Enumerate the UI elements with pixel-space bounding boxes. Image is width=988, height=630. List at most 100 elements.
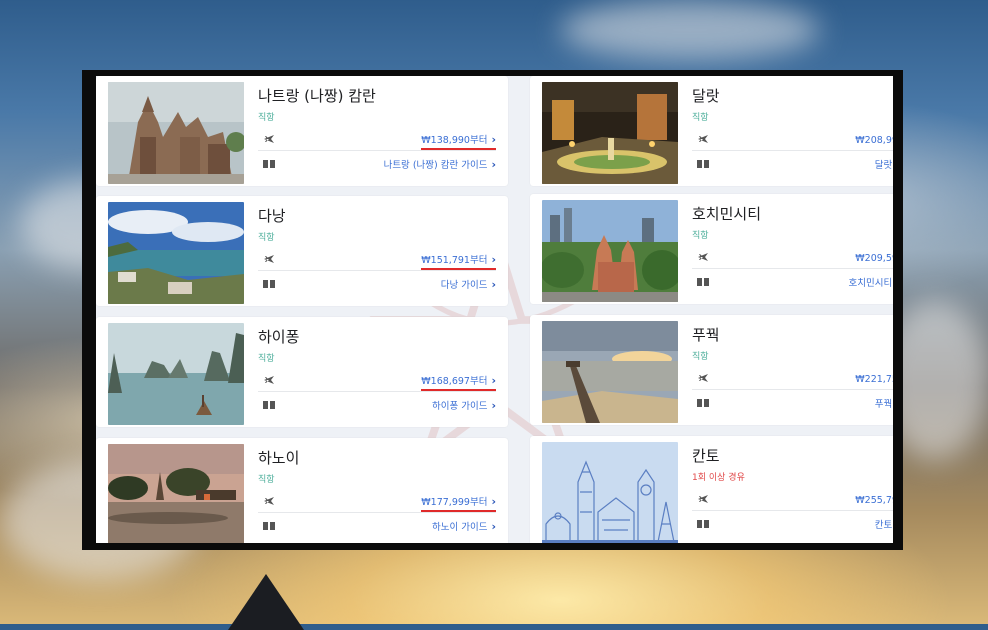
destination-photo-da-lat [542,82,678,184]
chevron-right-icon: › [491,133,496,146]
flight-price-row[interactable]: ₩138,990부터 › [258,128,496,151]
destination-photo-nha-trang [108,82,244,184]
guide-label: 달랏 가이드 [874,160,893,171]
book-icon [697,278,709,286]
guide-row[interactable]: 다낭 가이드 › [258,273,496,295]
flight-price: ₩221,755부터 [855,374,893,385]
guide-label: 다낭 가이드 [440,280,488,291]
destination-name[interactable]: 하이퐁 [258,326,299,347]
route-type: 직항 [692,113,709,123]
destination-name[interactable]: 칸토 [692,445,720,466]
destination-card[interactable]: 하노이 직항 ₩177,999부터 › 하노이 가이드 › [96,438,508,543]
destination-card[interactable]: 다낭 직항 ₩151,791부터 › 다낭 가이드 › [96,196,508,306]
guide-link[interactable]: 하이퐁 가이드 › [432,398,496,412]
airplane-icon [698,495,708,503]
destination-name[interactable]: 달랏 [692,85,720,106]
guide-link[interactable]: 호치민시티 가이드› [849,275,894,289]
destination-name[interactable]: 푸꿕 [692,324,720,345]
destination-card[interactable]: 나트랑 (나짱) 캄란 직항 ₩138,990부터 › 나트랑 (나짱) 캄란 가… [96,76,508,186]
route-type: 직항 [258,354,275,364]
route-type: 직항 [692,352,709,362]
guide-row[interactable]: 하이퐁 가이드 › [258,394,496,416]
guide-row[interactable]: 호치민시티 가이드› [692,271,893,293]
destination-card[interactable]: 칸토 1회 이상 경유 ₩255,798부터› 칸토 가이드› [530,436,893,543]
destination-name[interactable]: 다낭 [258,205,286,226]
flight-price: ₩177,999부터 [421,497,488,508]
destination-name[interactable]: 호치민시티 [692,203,761,224]
flight-price-link[interactable]: ₩221,755부터› [855,371,893,385]
chevron-right-icon: › [491,278,496,291]
chevron-right-icon: › [491,158,496,171]
destination-card[interactable]: 하이퐁 직항 ₩168,697부터 › 하이퐁 가이드 › [96,317,508,427]
destination-photo-hanoi [108,444,244,543]
book-icon [263,401,275,409]
screenshot-frame: 나트랑 (나짱) 캄란 직항 ₩138,990부터 › 나트랑 (나짱) 캄란 가… [82,70,903,550]
guide-row[interactable]: 푸꿕 가이드› [692,392,893,414]
guide-link[interactable]: 하노이 가이드 › [432,519,496,533]
chevron-right-icon: › [491,399,496,412]
chevron-right-icon: › [491,374,496,387]
chevron-right-icon: › [491,495,496,508]
route-type: 직항 [258,475,275,485]
airplane-icon [264,497,274,505]
airplane-icon [698,135,708,143]
flight-price-link[interactable]: ₩209,597부터› [855,250,893,264]
flight-price-link[interactable]: ₩208,993부터› [855,132,893,146]
flight-price: ₩208,993부터 [855,135,893,146]
destination-photo-ho-chi-minh [542,200,678,302]
guide-row[interactable]: 나트랑 (나짱) 캄란 가이드 › [258,153,496,175]
destination-list: 나트랑 (나짱) 캄란 직항 ₩138,990부터 › 나트랑 (나짱) 캄란 가… [96,76,893,543]
chevron-right-icon: › [491,520,496,533]
flight-price-row[interactable]: ₩255,798부터› [692,488,893,511]
book-icon [697,399,709,407]
book-icon [697,160,709,168]
flight-price: ₩255,798부터 [855,495,893,506]
guide-row[interactable]: 하노이 가이드 › [258,515,496,537]
flight-price-row[interactable]: ₩209,597부터› [692,246,893,269]
guide-label: 나트랑 (나짱) 캄란 가이드 [383,160,488,171]
flight-price-link[interactable]: ₩138,990부터 › [421,132,496,150]
flight-price-row[interactable]: ₩151,791부터 › [258,248,496,271]
book-icon [263,160,275,168]
flight-price: ₩138,990부터 [421,135,488,146]
background-cloud [560,0,820,60]
guide-link[interactable]: 달랏 가이드› [875,157,893,171]
guide-label: 하노이 가이드 [431,522,488,533]
route-type: 직항 [258,113,275,123]
airplane-icon [698,374,708,382]
airplane-icon [264,376,274,384]
guide-link[interactable]: 칸토 가이드› [875,517,893,531]
guide-label: 푸꿕 가이드 [874,399,893,410]
flight-price: ₩209,597부터 [855,253,893,264]
book-icon [263,522,275,530]
guide-row[interactable]: 달랏 가이드› [692,153,893,175]
destination-card[interactable]: 호치민시티 직항 ₩209,597부터› 호치민시티 가이드› [530,194,893,304]
chevron-right-icon: › [491,253,496,266]
route-type: 1회 이상 경유 [692,473,745,483]
flight-price-link[interactable]: ₩255,798부터› [855,492,893,506]
flight-price-row[interactable]: ₩177,999부터 › [258,490,496,513]
route-type: 직항 [258,233,275,243]
destination-card[interactable]: 달랏 직항 ₩208,993부터› 달랏 가이드› [530,76,893,186]
destination-photo-da-nang [108,202,244,304]
flight-price-link[interactable]: ₩151,791부터 › [421,252,496,270]
flight-price-link[interactable]: ₩177,999부터 › [421,494,496,512]
destination-card[interactable]: 푸꿕 직항 ₩221,755부터› 푸꿕 가이드› [530,315,893,425]
airplane-icon [264,255,274,263]
flight-price-row[interactable]: ₩168,697부터 › [258,369,496,392]
guide-link[interactable]: 푸꿕 가이드› [875,396,893,410]
airplane-icon [264,135,274,143]
guide-label: 칸토 가이드 [874,520,893,531]
destination-name[interactable]: 하노이 [258,447,299,468]
flight-price: ₩168,697부터 [421,376,488,387]
flight-price-row[interactable]: ₩208,993부터› [692,128,893,151]
flight-price-row[interactable]: ₩221,755부터› [692,367,893,390]
guide-link[interactable]: 나트랑 (나짱) 캄란 가이드 › [384,157,496,171]
guide-label: 하이퐁 가이드 [431,401,488,412]
destination-name[interactable]: 나트랑 (나짱) 캄란 [258,85,376,106]
flight-price-link[interactable]: ₩168,697부터 › [421,373,496,391]
destination-photo-phu-quoc [542,321,678,423]
guide-link[interactable]: 다낭 가이드 › [441,277,496,291]
guide-row[interactable]: 칸토 가이드› [692,513,893,535]
route-type: 직항 [692,231,709,241]
